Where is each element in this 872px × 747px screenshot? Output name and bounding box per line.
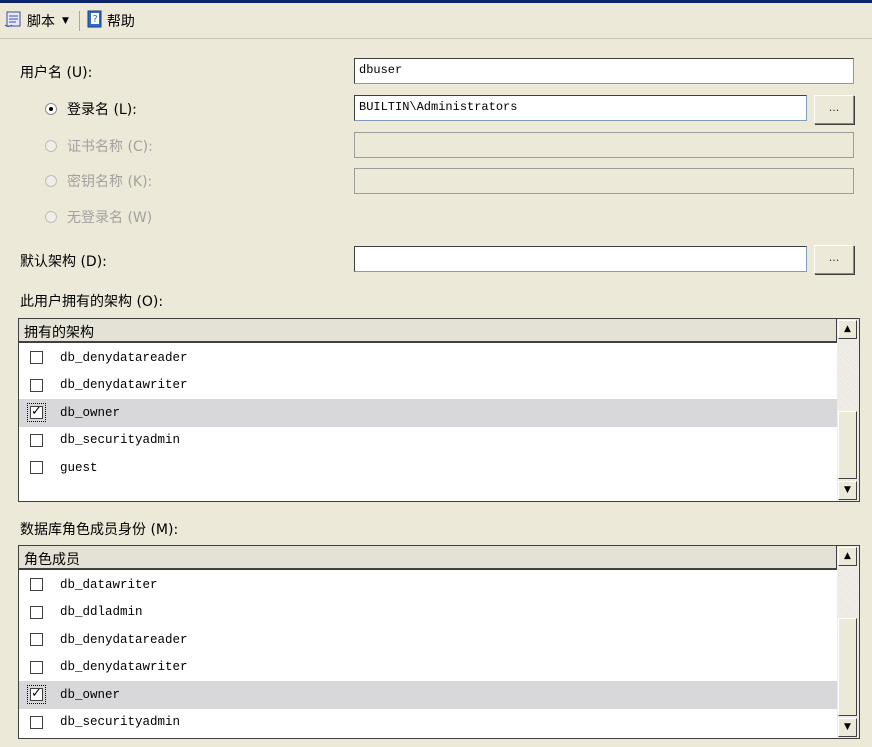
key-name-label: 密钥名称 (K): <box>67 174 153 190</box>
owned-schemas-scrollbar[interactable]: ▲ ▼ <box>837 319 859 501</box>
list-item-label: db_denydatawriter <box>60 660 188 675</box>
script-icon <box>4 10 24 32</box>
list-item[interactable]: db_ddladmin <box>19 599 837 627</box>
list-item[interactable]: db_denydatawriter <box>19 372 837 400</box>
checkbox[interactable] <box>30 378 43 392</box>
cert-name-field[interactable] <box>354 132 854 158</box>
login-name-label: 登录名 (L): <box>67 102 137 118</box>
list-item-label: db_securityadmin <box>60 433 181 448</box>
list-item[interactable]: db_securityadmin <box>19 427 837 455</box>
role-membership-rows: db_datawriter db_ddladmin db_denydatarea… <box>19 571 837 736</box>
checkbox[interactable] <box>27 403 46 423</box>
owned-schemas-rows: db_denydatareader db_denydatawriter db_o… <box>19 344 837 482</box>
login-name-radio[interactable] <box>45 103 57 115</box>
scroll-up-icon[interactable]: ▲ <box>838 320 857 339</box>
scroll-down-icon[interactable]: ▼ <box>838 718 857 737</box>
list-item-label: guest <box>60 460 98 475</box>
list-item-label: db_denydatareader <box>60 632 188 647</box>
username-label: 用户名 (U): <box>20 65 93 81</box>
username-field[interactable]: dbuser <box>354 58 854 84</box>
list-item-label: db_denydatawriter <box>60 378 188 393</box>
list-item-label: db_securityadmin <box>60 715 181 730</box>
owned-schemas-header[interactable]: 拥有的架构 <box>19 319 837 343</box>
role-membership-label: 数据库角色成员身份 (M): <box>20 522 179 538</box>
list-item-label: db_ddladmin <box>60 605 143 620</box>
role-membership-header[interactable]: 角色成员 <box>19 546 837 570</box>
key-name-field[interactable] <box>354 168 854 194</box>
list-item[interactable]: db_denydatareader <box>19 626 837 654</box>
help-label: 帮助 <box>106 13 135 30</box>
toolbar-separator <box>78 10 80 31</box>
list-item-label: db_denydatareader <box>60 350 188 365</box>
no-login-radio[interactable] <box>45 211 57 223</box>
owned-schemas-label: 此用户拥有的架构 (O): <box>20 294 164 310</box>
key-name-radio[interactable] <box>45 175 57 187</box>
scroll-up-icon[interactable]: ▲ <box>838 547 857 566</box>
default-schema-label: 默认架构 (D): <box>20 254 107 270</box>
checkbox[interactable] <box>30 433 43 447</box>
checkbox[interactable] <box>30 578 43 592</box>
scroll-down-icon[interactable]: ▼ <box>838 481 857 500</box>
list-item[interactable]: guest <box>19 454 837 482</box>
help-book-icon: ? <box>86 10 104 32</box>
login-browse-button[interactable]: ... <box>814 95 854 124</box>
list-item[interactable]: db_owner <box>19 681 837 709</box>
role-membership-scrollbar[interactable]: ▲ ▼ <box>837 546 859 738</box>
scroll-thumb[interactable] <box>838 618 857 716</box>
cert-name-radio[interactable] <box>45 140 57 152</box>
owned-schemas-list[interactable]: 拥有的架构 db_denydatareader db_denydatawrite… <box>18 318 860 502</box>
list-item-label: db_owner <box>60 687 121 702</box>
checkbox[interactable] <box>30 660 43 674</box>
no-login-label: 无登录名 (W) <box>67 210 153 226</box>
cert-name-label: 证书名称 (C): <box>67 139 153 155</box>
list-item[interactable]: db_owner <box>19 399 837 427</box>
help-button[interactable]: ? 帮助 <box>86 10 135 32</box>
script-label: 脚本 <box>27 13 55 30</box>
list-item-label: db_owner <box>60 405 121 420</box>
chevron-down-icon[interactable]: ▼ <box>62 16 69 26</box>
login-name-field[interactable]: BUILTIN\Administrators <box>354 95 807 121</box>
list-item[interactable]: db_datawriter <box>19 571 837 599</box>
scroll-thumb[interactable] <box>838 411 857 479</box>
list-item[interactable]: db_denydatareader <box>19 344 837 372</box>
checkbox[interactable] <box>30 633 43 647</box>
svg-text:?: ? <box>92 14 97 25</box>
checkbox[interactable] <box>30 461 43 475</box>
default-schema-field[interactable] <box>354 246 807 272</box>
checkbox[interactable] <box>27 685 46 705</box>
list-item[interactable]: db_denydatawriter <box>19 654 837 682</box>
toolbar: 脚本 ▼ ? 帮助 <box>0 3 872 39</box>
checkbox[interactable] <box>30 715 43 729</box>
list-item-label: db_datawriter <box>60 577 158 592</box>
schema-browse-button[interactable]: ... <box>814 245 854 274</box>
list-item[interactable]: db_securityadmin <box>19 709 837 737</box>
role-membership-list[interactable]: 角色成员 db_datawriter db_ddladmin db_denyda… <box>18 545 860 739</box>
checkbox[interactable] <box>30 351 43 365</box>
script-button[interactable]: 脚本 ▼ <box>4 10 69 32</box>
checkbox[interactable] <box>30 605 43 619</box>
